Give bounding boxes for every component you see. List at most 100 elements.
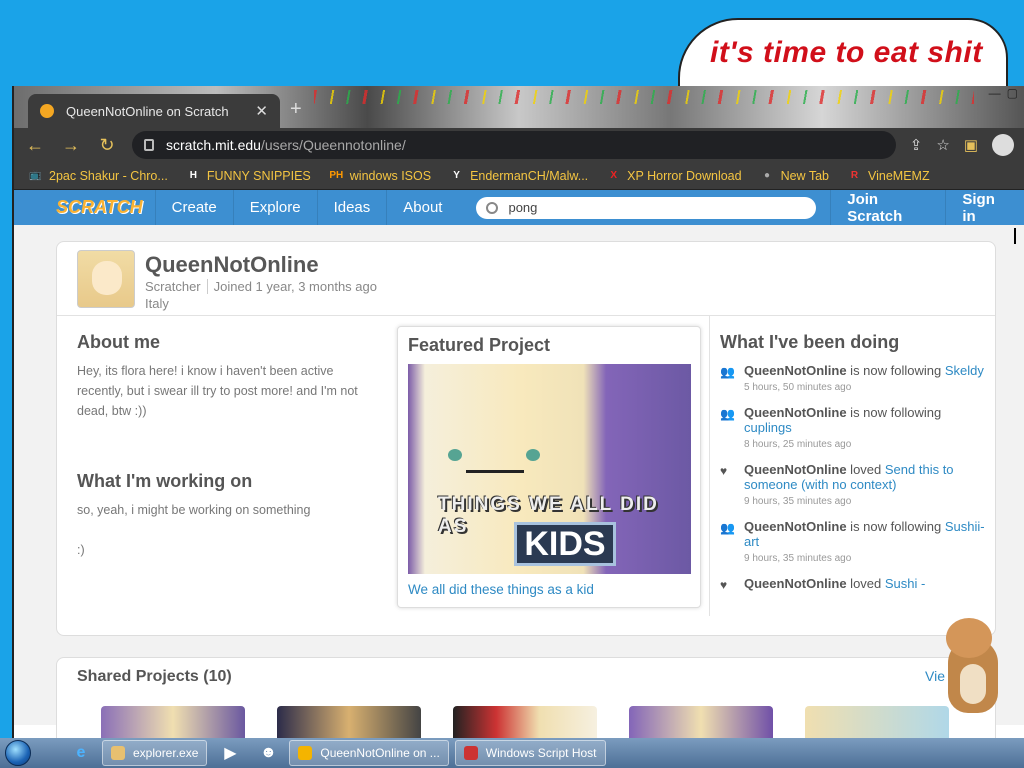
activity-user[interactable]: QueenNotOnline xyxy=(744,363,847,378)
bookmark-label: XP Horror Download xyxy=(627,168,742,183)
user-avatar[interactable] xyxy=(77,250,135,308)
reload-icon[interactable]: ↻ xyxy=(96,135,118,156)
shared-projects-section: Shared Projects (10) Vie xyxy=(56,657,996,738)
taskbar-button-label: Windows Script Host xyxy=(485,746,597,760)
shared-thumbnails xyxy=(101,706,949,738)
taskbar-app-icon xyxy=(463,746,478,760)
minimize-button[interactable]: — xyxy=(989,86,1001,100)
activity-action: is now following xyxy=(846,519,945,534)
scratch-favicon-icon xyxy=(40,104,54,118)
scratch-navbar: SCRATCH Create Explore Ideas About pong … xyxy=(14,190,1024,225)
nav-ideas[interactable]: Ideas xyxy=(316,190,387,225)
start-button[interactable] xyxy=(0,738,36,768)
activity-action: is now following xyxy=(846,405,942,420)
bookmark-label: FUNNY SNIPPIES xyxy=(206,168,311,183)
featured-project-thumbnail[interactable]: THINGS WE ALL DID AS KIDS xyxy=(408,364,691,574)
bookmark-label: windows ISOS xyxy=(349,168,432,183)
chat-app-icon[interactable]: ☻ xyxy=(253,740,283,766)
activity-time: 5 hours, 50 minutes ago xyxy=(744,382,852,393)
bookmarks-bar: 📺 2pac Shakur - Chro... H FUNNY SNIPPIES PH w… xyxy=(14,162,1024,190)
url-host: scratch.mit.edu xyxy=(166,137,261,153)
bookmark-item[interactable]: H FUNNY SNIPPIES xyxy=(186,168,311,183)
featured-heading: Featured Project xyxy=(408,335,551,355)
bookmark-star-icon[interactable]: ☆ xyxy=(936,136,949,154)
about-heading: About me xyxy=(77,332,160,352)
taskbar-tasks: explorer.exe ▶ ☻ QueenNotOnline on ... Windo… xyxy=(96,740,606,766)
activity-target-link[interactable]: cuplings xyxy=(744,420,792,435)
follow-icon: 👥 xyxy=(720,521,735,535)
titlebar-scribble-decoration xyxy=(314,90,974,104)
project-thumbnail[interactable] xyxy=(101,706,245,738)
side-panel-icon[interactable]: ▣ xyxy=(964,136,978,154)
taskbar-button[interactable]: QueenNotOnline on ... xyxy=(289,740,449,766)
activity-time: 9 hours, 35 minutes ago xyxy=(744,496,852,507)
taskbar: e explorer.exe ▶ ☻ QueenNotOnline on ... Win… xyxy=(0,738,1024,768)
taskbar-button[interactable]: Windows Script Host xyxy=(454,740,606,766)
share-icon[interactable]: ⇪ xyxy=(910,136,923,154)
bookmark-favicon-icon: R xyxy=(850,170,859,181)
bookmark-item[interactable]: Y EndermanCH/Malw... xyxy=(449,168,588,183)
about-text: Hey, its flora here! i know i haven't be… xyxy=(77,364,358,418)
taskbar-button[interactable]: explorer.exe xyxy=(102,740,208,766)
bookmark-item[interactable]: X XP Horror Download xyxy=(606,168,741,183)
working-on-heading: What I'm working on xyxy=(77,471,253,491)
taskbar-button-label: explorer.exe xyxy=(133,746,199,760)
url-path: /users/Queennotonline/ xyxy=(260,137,406,153)
activity-user[interactable]: QueenNotOnline xyxy=(744,405,847,420)
nav-about[interactable]: About xyxy=(386,190,458,225)
bookmark-item[interactable]: PH windows ISOS xyxy=(329,168,431,183)
maximize-button[interactable]: ▢ xyxy=(1007,86,1018,100)
activity-user[interactable]: QueenNotOnline xyxy=(744,576,847,591)
activity-time: 9 hours, 35 minutes ago xyxy=(744,553,852,564)
scratch-logo[interactable]: SCRATCH xyxy=(56,197,143,218)
project-thumbnail[interactable] xyxy=(629,706,773,738)
nav-create[interactable]: Create xyxy=(154,190,233,225)
profile-card: QueenNotOnline Scratcher Joined 1 year, 3… xyxy=(56,241,996,636)
username: QueenNotOnline xyxy=(145,252,319,277)
profile-avatar-icon[interactable] xyxy=(992,134,1014,156)
project-thumbnail[interactable] xyxy=(277,706,421,738)
internet-explorer-icon[interactable]: e xyxy=(66,740,96,766)
lock-icon xyxy=(144,139,154,151)
sign-in-link[interactable]: Sign in xyxy=(945,190,1024,225)
join-scratch-link[interactable]: Join Scratch xyxy=(830,190,945,225)
bookmark-item[interactable]: R VineMEMZ xyxy=(847,168,930,183)
nav-explore[interactable]: Explore xyxy=(232,190,317,225)
featured-project-link[interactable]: We all did these things as a kid xyxy=(408,582,690,597)
tab-close-icon[interactable]: ✕ xyxy=(255,102,268,120)
tab-title: QueenNotOnline on Scratch xyxy=(66,103,229,119)
activity-user[interactable]: QueenNotOnline xyxy=(744,519,847,534)
activity-target-link[interactable]: Skeldy xyxy=(945,363,984,378)
activity-user[interactable]: QueenNotOnline xyxy=(744,462,847,477)
project-thumbnail[interactable] xyxy=(453,706,597,738)
project-thumbnail[interactable] xyxy=(805,706,949,738)
activity-item: ♥ QueenNotOnline loved Sushi - xyxy=(720,576,987,593)
heart-icon: ♥ xyxy=(720,464,728,478)
forward-arrow-icon[interactable]: → xyxy=(60,135,82,156)
activity-item: ♥ QueenNotOnline loved Send this to someo… xyxy=(720,462,987,509)
user-role: Scratcher xyxy=(145,279,201,294)
browser-tab[interactable]: QueenNotOnline on Scratch ✕ xyxy=(28,94,280,128)
back-arrow-icon[interactable]: ← xyxy=(24,135,46,156)
new-tab-button[interactable]: + xyxy=(290,98,302,121)
bookmark-favicon-icon: X xyxy=(610,170,617,181)
featured-project: Featured Project THINGS WE ALL DID AS KI… xyxy=(397,326,701,608)
mouse-cursor-icon xyxy=(1014,228,1024,244)
bookmark-item[interactable]: 📺 2pac Shakur - Chro... xyxy=(28,168,168,183)
activity-target-link[interactable]: Sushi - xyxy=(885,576,925,591)
follow-icon: 👥 xyxy=(720,365,735,379)
browser-titlebar: QueenNotOnline on Scratch ✕ + — ▢ xyxy=(14,86,1024,128)
search-input[interactable]: pong xyxy=(476,196,817,219)
bookmark-label: VineMEMZ xyxy=(868,168,930,183)
bookmark-favicon-icon: PH xyxy=(329,170,344,181)
bookmark-item[interactable]: ● New Tab xyxy=(760,168,829,183)
browser-toolbar: ← → ↻ scratch.mit.edu /users/Queennotonl… xyxy=(14,128,1024,162)
address-bar[interactable]: scratch.mit.edu /users/Queennotonline/ xyxy=(132,131,896,159)
bookmark-label: New Tab xyxy=(780,168,829,183)
profile-header: QueenNotOnline Scratcher Joined 1 year, 3… xyxy=(57,242,995,316)
heart-icon: ♥ xyxy=(720,578,728,592)
bookmark-favicon-icon: ● xyxy=(764,170,771,181)
media-player-icon[interactable]: ▶ xyxy=(215,740,245,766)
thumb-text-line2: KIDS xyxy=(514,522,616,566)
taskbar-app-icon xyxy=(111,746,125,760)
